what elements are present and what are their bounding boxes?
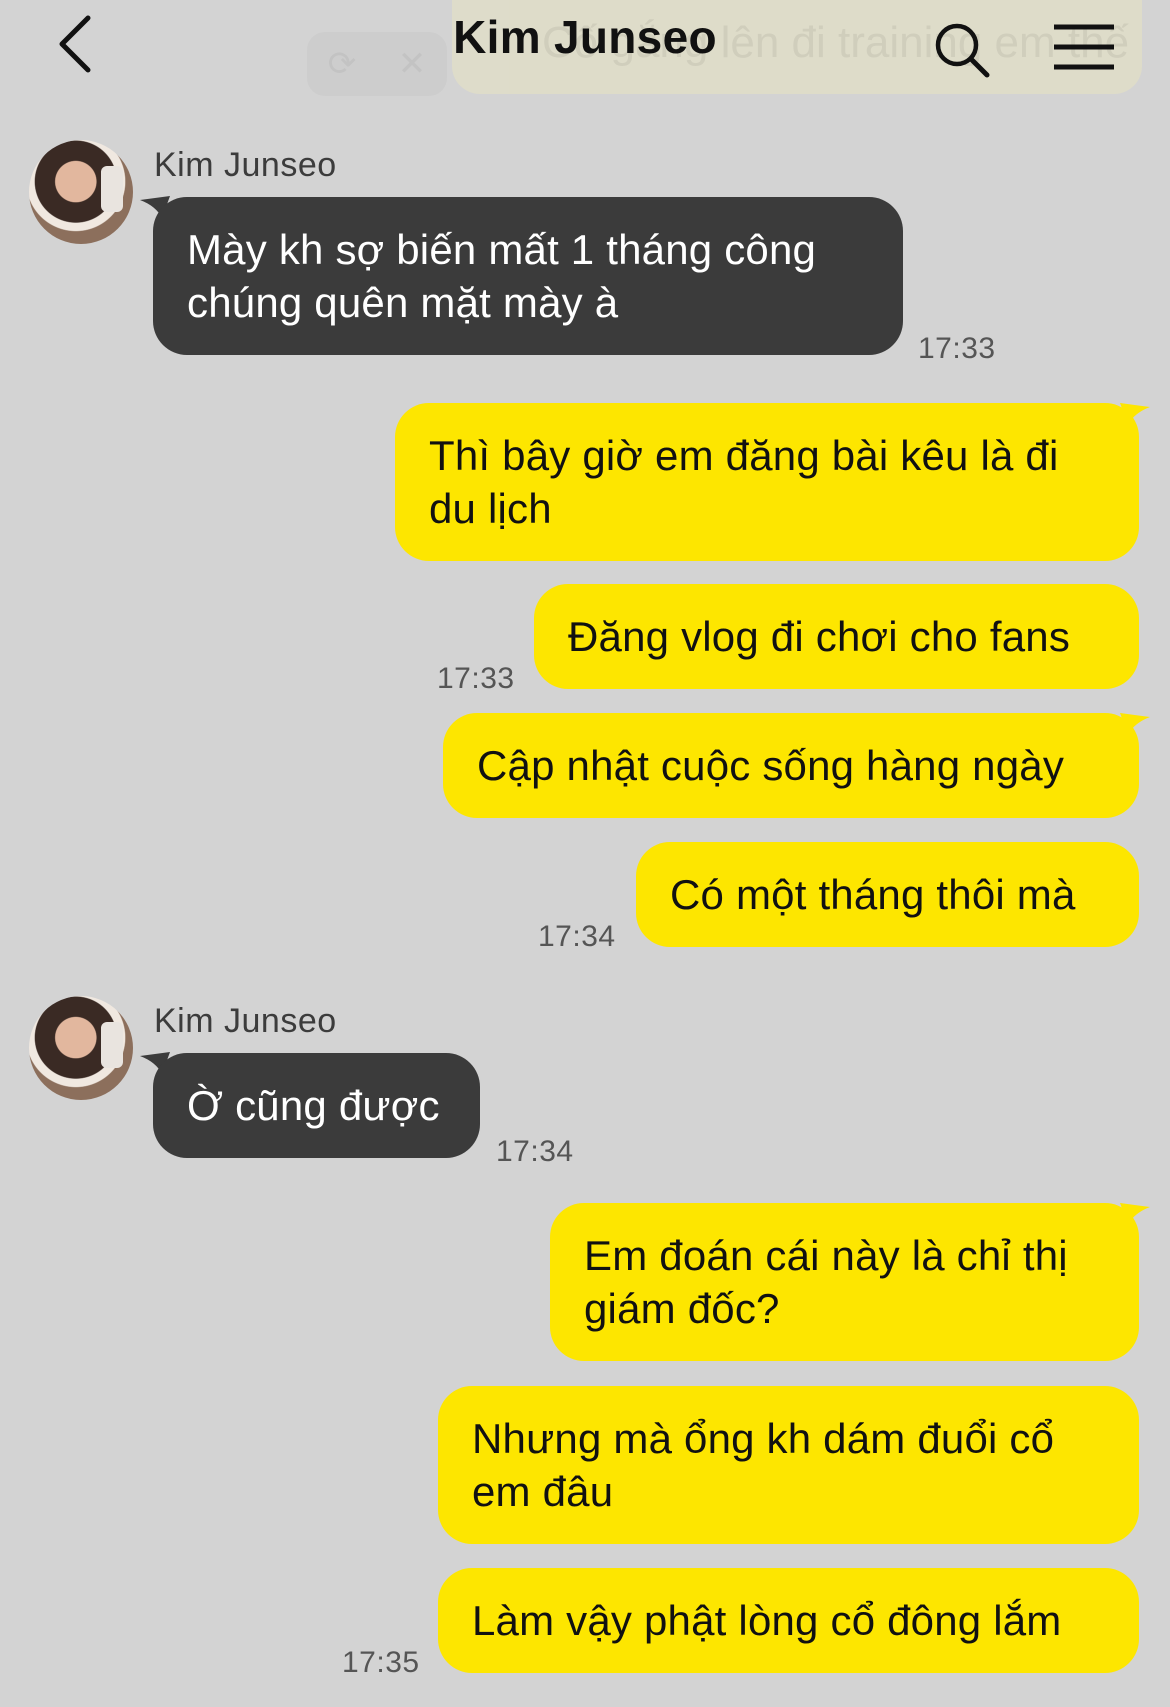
message-timestamp: 17:33 <box>437 662 515 695</box>
outgoing-message-bubble[interactable]: Có một tháng thôi mà <box>636 842 1139 947</box>
message-timestamp: 17:35 <box>342 1646 420 1679</box>
hamburger-menu-icon[interactable] <box>1052 22 1116 72</box>
message-timestamp: 17:33 <box>918 332 996 365</box>
incoming-message-bubble[interactable]: Mày kh sợ biến mất 1 tháng công chúng qu… <box>153 197 903 355</box>
outgoing-message-bubble[interactable]: Em đoán cái này là chỉ thị giám đốc? <box>550 1203 1139 1361</box>
sender-name: Kim Junseo <box>154 1002 337 1040</box>
message-timestamp: 17:34 <box>538 920 616 953</box>
search-icon[interactable] <box>932 20 992 80</box>
outgoing-message-bubble[interactable]: Làm vậy phật lòng cổ đông lắm <box>438 1568 1139 1673</box>
avatar[interactable] <box>29 996 133 1100</box>
avatar[interactable] <box>29 140 133 244</box>
sender-name: Kim Junseo <box>154 146 337 184</box>
incoming-message-bubble[interactable]: Ờ cũng được <box>153 1053 480 1158</box>
chat-title: Kim Junseo <box>453 11 717 63</box>
message-timestamp: 17:34 <box>496 1135 574 1168</box>
outgoing-message-bubble[interactable]: Nhưng mà ổng kh dám đuổi cổ em đâu <box>438 1386 1139 1544</box>
outgoing-message-bubble[interactable]: Cập nhật cuộc sống hàng ngày <box>443 713 1139 818</box>
chat-screen: ⟳ ✕ Cố gắng lên đi training em thế Kim J… <box>0 0 1170 1707</box>
chat-header: Kim Junseo <box>0 0 1170 100</box>
outgoing-message-bubble[interactable]: Đăng vlog đi chơi cho fans <box>534 584 1139 689</box>
outgoing-message-bubble[interactable]: Thì bây giờ em đăng bài kêu là đi du lịc… <box>395 403 1139 561</box>
